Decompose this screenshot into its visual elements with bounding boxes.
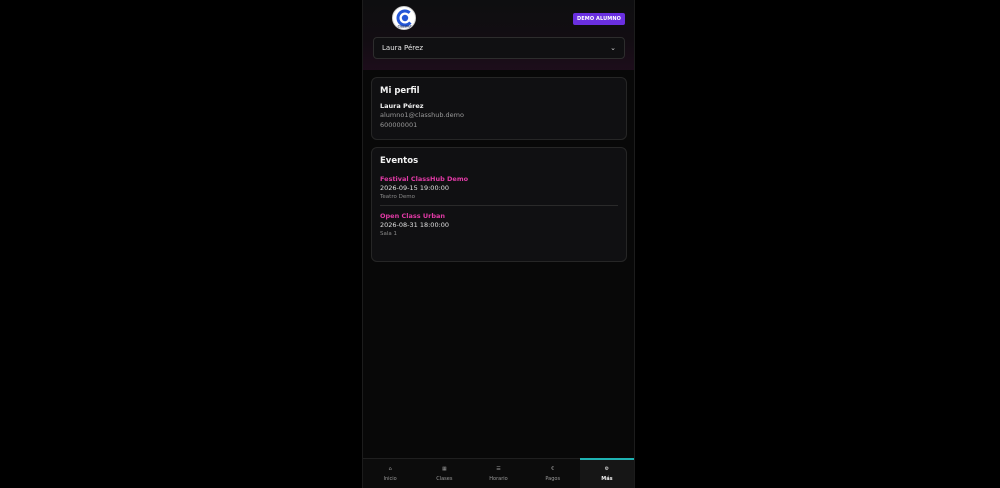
payments-icon: € [551,465,555,472]
event-datetime: 2026-08-31 18:00:00 [380,221,450,229]
mobile-app-frame: ClassHub DEMO ALUMNO Laura Pérez ⌄ Mi pe… [362,0,635,488]
nav-label: Inicio [383,475,397,482]
profile-phone: 600000001 [380,121,418,129]
nav-label: Pagos [545,475,561,482]
event-title: Festival ClassHub Demo [380,175,469,183]
logo-wordmark: ClassHub [398,25,413,29]
nav-label: Clases [436,475,453,482]
chevron-down-icon: ⌄ [610,44,616,52]
classes-icon: ▦ [441,465,447,472]
event-datetime: 2026-09-15 19:00:00 [380,184,450,192]
nav-label: Más [601,475,613,482]
profile-title: Mi perfil [380,86,420,96]
event-item[interactable]: Festival ClassHub Demo 2026-09-15 19:00:… [380,166,618,205]
profile-card: Mi perfil Laura Pérez alumno1@classhub.d… [371,77,627,140]
profile-email: alumno1@classhub.demo [380,111,464,119]
nav-label: Horario [489,475,508,482]
classhub-logo[interactable]: ClassHub [392,6,416,30]
event-venue: Sala 1 [380,231,398,237]
nav-item-horario[interactable]: ☰ Horario [471,459,525,488]
student-select-value: Laura Pérez [382,44,424,52]
more-icon: ⚙ [604,465,610,472]
events-card: Eventos Festival ClassHub Demo 2026-09-1… [371,147,627,262]
bottom-nav: ⌂ Inicio ▦ Clases ☰ Horario € Pagos ⚙ Má… [363,458,635,488]
profile-name: Laura Pérez [380,102,424,110]
event-title: Open Class Urban [380,212,446,220]
event-item[interactable]: Open Class Urban 2026-08-31 18:00:00 Sal… [380,205,618,242]
nav-item-inicio[interactable]: ⌂ Inicio [363,459,417,488]
nav-item-pagos[interactable]: € Pagos [526,459,580,488]
nav-item-mas[interactable]: ⚙ Más [579,458,635,488]
student-select[interactable]: Laura Pérez ⌄ [373,37,625,59]
demo-role-badge: DEMO ALUMNO [573,13,625,25]
events-title: Eventos [380,156,419,166]
schedule-icon: ☰ [496,465,501,472]
event-venue: Teatro Demo [380,194,415,200]
app-header: ClassHub DEMO ALUMNO Laura Pérez ⌄ [363,0,634,70]
home-icon: ⌂ [388,465,392,472]
nav-item-clases[interactable]: ▦ Clases [417,459,471,488]
